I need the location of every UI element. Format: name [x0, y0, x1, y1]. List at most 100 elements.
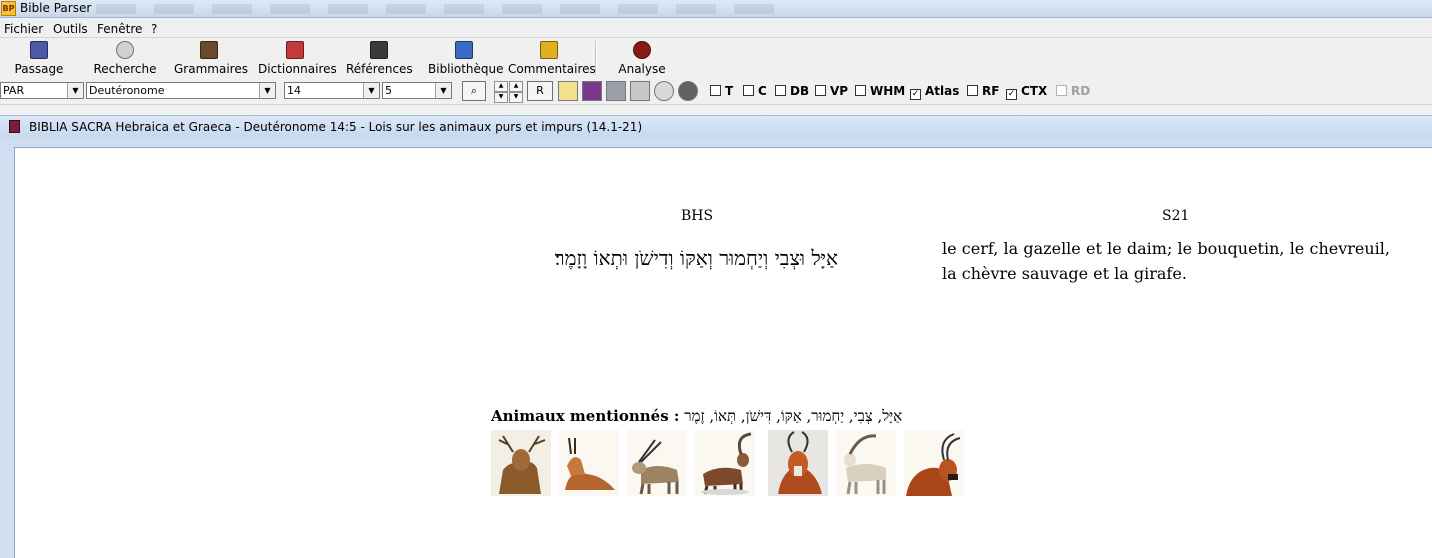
checkbox-icon [775, 85, 786, 96]
check-label: Atlas [925, 84, 960, 98]
checkbox-icon [967, 85, 978, 96]
ibex-icon [695, 430, 755, 496]
check-ctx[interactable]: ✓ CTX [1006, 84, 1047, 100]
menu-fenetre[interactable]: Fenêtre [97, 22, 142, 36]
check-db[interactable]: DB [775, 84, 809, 98]
animals-label: Animaux mentionnés : [491, 407, 680, 425]
grammaires-label: Grammaires [174, 62, 248, 76]
antelope-image [768, 430, 828, 496]
check-label: WHM [870, 84, 906, 98]
wild-goat-icon [836, 430, 896, 496]
commentaires-button[interactable]: Commentaires [508, 38, 596, 78]
bibliotheque-button[interactable]: Bibliothèque [428, 38, 504, 78]
analysis-icon [633, 41, 651, 59]
bibliotheque-label: Bibliothèque [428, 62, 504, 76]
checkbox-icon [855, 85, 866, 96]
document-title-bar: BIBLIA SACRA Hebraica et Graeca - Deutér… [0, 115, 1432, 137]
menu-help[interactable]: ? [151, 22, 157, 36]
book-select[interactable]: Deutéronome ▼ [86, 82, 276, 99]
tools-icon[interactable] [630, 81, 650, 101]
verse-spinner[interactable]: ▲ ▼ [509, 81, 523, 103]
chevron-down-icon: ▼ [435, 83, 451, 98]
check-vp[interactable]: VP [815, 84, 848, 98]
recherche-button[interactable]: Recherche [92, 38, 158, 78]
sable-antelope-image [904, 430, 964, 496]
chapter-value: 14 [287, 84, 301, 97]
books-icon [200, 41, 218, 59]
verse-select[interactable]: 5 ▼ [382, 82, 452, 99]
checkbox-checked-icon: ✓ [1006, 89, 1017, 100]
check-label: T [725, 84, 734, 98]
check-atlas[interactable]: ✓ Atlas [910, 84, 959, 100]
checkbox-icon [743, 85, 754, 96]
spin-up-icon[interactable]: ▲ [494, 81, 508, 92]
books-stack-icon[interactable] [582, 81, 602, 101]
book-value: Deutéronome [89, 84, 165, 97]
animals-hebrew-list: אַיָּל, צְבִי, יַחְמוּר, אַקּוֹ, דִּישֹׁ… [684, 407, 903, 425]
notes-icon[interactable] [558, 81, 578, 101]
r-button[interactable]: R [527, 81, 553, 101]
spin-down-icon[interactable]: ▼ [494, 92, 508, 103]
book-icon [30, 41, 48, 59]
bhs-column-header: BHS [681, 208, 714, 224]
checkbox-icon [710, 85, 721, 96]
checkbox-icon [815, 85, 826, 96]
menu-fichier[interactable]: Fichier [4, 22, 43, 36]
search-icon: ⌕ [470, 84, 478, 97]
antelope-icon [768, 430, 828, 496]
scroll-icon [370, 41, 388, 59]
passage-button[interactable]: Passage [10, 38, 68, 78]
passage-view[interactable] [14, 147, 1432, 558]
spin-up-icon[interactable]: ▲ [509, 81, 523, 92]
passage-label: Passage [14, 62, 64, 76]
version-value: PAR [3, 84, 25, 97]
checkbox-icon [1056, 85, 1067, 96]
references-label: Références [346, 62, 413, 76]
references-button[interactable]: Références [346, 38, 413, 78]
wild-goat-image [836, 430, 896, 496]
dictionnaires-button[interactable]: Dictionnaires [258, 38, 337, 78]
app-logo-icon: BP [1, 1, 16, 16]
audio-icon[interactable] [654, 81, 674, 101]
chevron-down-icon: ▼ [259, 83, 275, 98]
check-label: DB [790, 84, 810, 98]
sable-antelope-icon [904, 430, 964, 496]
version-select[interactable]: PAR ▼ [0, 82, 84, 99]
passage-options-bar: PAR ▼ Deutéronome ▼ 14 ▼ 5 ▼ ⌕ ▲ ▼ ▲ ▼ R… [0, 79, 1432, 105]
verse-value: 5 [385, 84, 392, 97]
oryx-icon [627, 430, 687, 496]
gazelle-icon [559, 430, 619, 496]
gazelle-image [559, 430, 619, 496]
check-t[interactable]: T [710, 84, 733, 98]
chapter-select[interactable]: 14 ▼ [284, 82, 380, 99]
commentary-icon [540, 41, 558, 59]
dictionnaires-label: Dictionnaires [258, 62, 337, 76]
spin-down-icon[interactable]: ▼ [509, 92, 523, 103]
check-c[interactable]: C [743, 84, 767, 98]
chevron-down-icon: ▼ [363, 83, 379, 98]
check-rf[interactable]: RF [967, 84, 999, 98]
deer-icon [491, 430, 551, 496]
hebrew-verse-text: אַיָּל וּצְבִי וְיַחְמוּר וְאַקּוֹ וְדִי… [554, 246, 838, 270]
check-rd: RD [1056, 84, 1090, 98]
quick-search-button[interactable]: ⌕ [462, 81, 486, 101]
chapter-spinner[interactable]: ▲ ▼ [494, 81, 508, 103]
ibex-image [695, 430, 755, 496]
check-label: RD [1071, 84, 1091, 98]
window-title-bar: BP Bible Parser [0, 0, 1432, 18]
bible-icon [9, 120, 20, 133]
check-label: C [758, 84, 767, 98]
commentaires-label: Commentaires [508, 62, 596, 76]
network-icon[interactable] [606, 81, 626, 101]
chevron-down-icon: ▼ [67, 83, 83, 98]
media-icon[interactable] [678, 81, 698, 101]
analyse-button[interactable]: Analyse [614, 38, 670, 78]
check-label: VP [830, 84, 849, 98]
menu-outils[interactable]: Outils [53, 22, 88, 36]
grammaires-button[interactable]: Grammaires [174, 38, 248, 78]
check-whm[interactable]: WHM [855, 84, 905, 98]
s21-column-header: S21 [1162, 208, 1190, 224]
dictionary-icon [286, 41, 304, 59]
deer-image [491, 430, 551, 496]
search-icon [116, 41, 134, 59]
